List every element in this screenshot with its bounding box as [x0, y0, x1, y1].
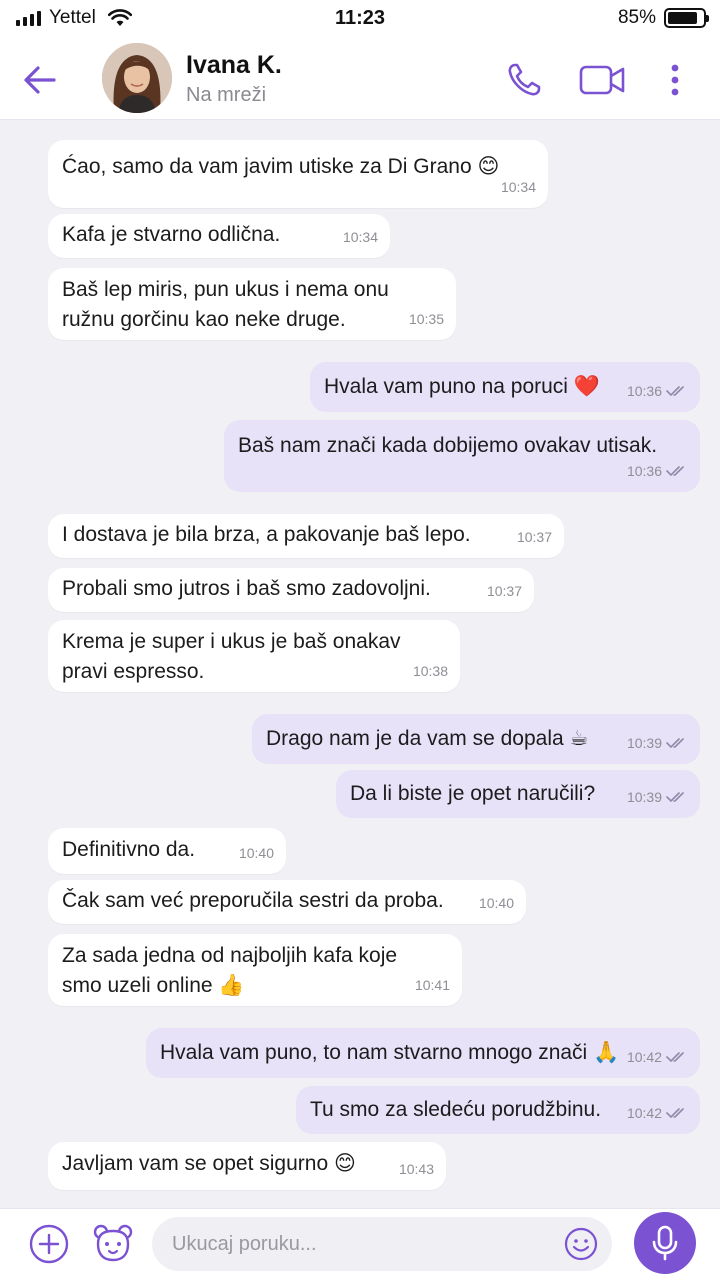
read-receipt-icon: [666, 466, 684, 477]
message-text: Hvala vam puno, to nam stvarno mnogo zna…: [160, 1041, 620, 1064]
microphone-button[interactable]: [634, 1212, 696, 1274]
message-text: Ćao, samo da vam javim utiske za Di Gran…: [62, 155, 500, 178]
message-incoming[interactable]: Baš lep miris, pun ukus i nema onu ružnu…: [48, 268, 456, 340]
message-incoming[interactable]: Čak sam već preporučila sestri da proba.…: [48, 880, 526, 924]
message-incoming[interactable]: Za sada jedna od najboljih kafa koje smo…: [48, 934, 462, 1006]
message-time: 10:42: [626, 1105, 662, 1121]
read-receipt-icon: [666, 738, 684, 749]
message-time: 10:36: [626, 463, 662, 479]
message-outgoing[interactable]: Da li biste je opet naručili? 10:39: [336, 770, 700, 818]
battery-icon: [664, 8, 709, 28]
avatar-image: [102, 43, 172, 113]
more-vertical-icon[interactable]: [664, 60, 686, 100]
message-outgoing[interactable]: Tu smo za sledeću porudžbinu. 10:42: [296, 1086, 700, 1134]
message-outgoing[interactable]: Drago nam je da vam se dopala ☕ 10:39: [252, 714, 700, 764]
avatar[interactable]: [102, 43, 172, 113]
message-incoming[interactable]: Ćao, samo da vam javim utiske za Di Gran…: [48, 140, 548, 208]
message-time: 10:39: [626, 789, 662, 805]
message-time: 10:37: [516, 529, 552, 545]
microphone-icon: [652, 1225, 678, 1261]
message-text: Javljam vam se opet sigurno 😊: [62, 1152, 356, 1175]
message-list[interactable]: Ćao, samo da vam javim utiske za Di Gran…: [0, 120, 720, 1208]
emoji-icon[interactable]: [564, 1227, 598, 1261]
message-time: 10:38: [412, 663, 448, 679]
message-outgoing[interactable]: Hvala vam puno na poruci ❤️ 10:36: [310, 362, 700, 412]
message-text: Krema je super i ukus je baš onakav prav…: [62, 630, 401, 683]
phone-icon[interactable]: [504, 60, 544, 100]
message-incoming[interactable]: Kafa je stvarno odlična. 10:34: [48, 214, 390, 258]
message-incoming[interactable]: Probali smo jutros i baš smo zadovoljni.…: [48, 568, 534, 612]
battery-level: [668, 12, 697, 24]
message-incoming[interactable]: I dostava je bila brza, a pakovanje baš …: [48, 514, 564, 558]
video-icon[interactable]: [578, 62, 626, 98]
message-incoming[interactable]: Definitivno da. 10:40: [48, 828, 286, 874]
message-incoming[interactable]: Krema je super i ukus je baš onakav prav…: [48, 620, 460, 692]
message-text: Za sada jedna od najboljih kafa koje smo…: [62, 944, 398, 997]
message-text: Drago nam je da vam se dopala ☕: [266, 727, 589, 750]
message-outgoing[interactable]: Hvala vam puno, to nam stvarno mnogo zna…: [146, 1028, 700, 1078]
plus-icon[interactable]: [28, 1223, 70, 1265]
sticker-bear-icon[interactable]: [92, 1222, 134, 1264]
message-text: Baš lep miris, pun ukus i nema onu ružnu…: [62, 278, 389, 331]
message-time: 10:43: [398, 1161, 434, 1177]
message-outgoing[interactable]: Baš nam znači kada dobijemo ovakav utisa…: [224, 420, 700, 492]
message-time: 10:42: [626, 1049, 662, 1065]
status-bar: Yettel 11:23 85%: [0, 0, 720, 38]
read-receipt-icon: [666, 792, 684, 803]
battery-group: 85%: [617, 7, 709, 29]
message-text: Probali smo jutros i baš smo zadovoljni.: [62, 577, 431, 600]
message-time: 10:40: [238, 845, 274, 861]
message-time: 10:39: [626, 735, 662, 751]
message-input[interactable]: [152, 1217, 612, 1271]
message-time: 10:35: [408, 311, 444, 327]
message-time: 10:37: [486, 583, 522, 599]
message-text: Kafa je stvarno odlična.: [62, 223, 281, 246]
contact-status: Na mreži: [186, 84, 267, 106]
message-text: Čak sam već preporučila sestri da proba.: [62, 889, 444, 912]
read-receipt-icon: [666, 386, 684, 397]
message-text: I dostava je bila brza, a pakovanje baš …: [62, 523, 471, 546]
message-time: 10:40: [478, 895, 514, 911]
clock: 11:23: [334, 7, 386, 29]
read-receipt-icon: [666, 1108, 684, 1119]
contact-name[interactable]: Ivana K.: [186, 51, 282, 80]
composer-bar: [0, 1208, 720, 1279]
message-time: 10:36: [626, 383, 662, 399]
message-incoming[interactable]: Javljam vam se opet sigurno 😊 10:43: [48, 1142, 446, 1190]
back-arrow-icon[interactable]: [20, 60, 60, 100]
message-time: 10:34: [500, 179, 536, 195]
read-receipt-icon: [666, 1052, 684, 1063]
chat-header: Ivana K. Na mreži: [0, 38, 720, 120]
message-text: Baš nam znači kada dobijemo ovakav utisa…: [238, 434, 658, 457]
message-time: 10:34: [342, 229, 378, 245]
battery-percent: 85%: [617, 7, 656, 28]
message-time: 10:41: [414, 977, 450, 993]
